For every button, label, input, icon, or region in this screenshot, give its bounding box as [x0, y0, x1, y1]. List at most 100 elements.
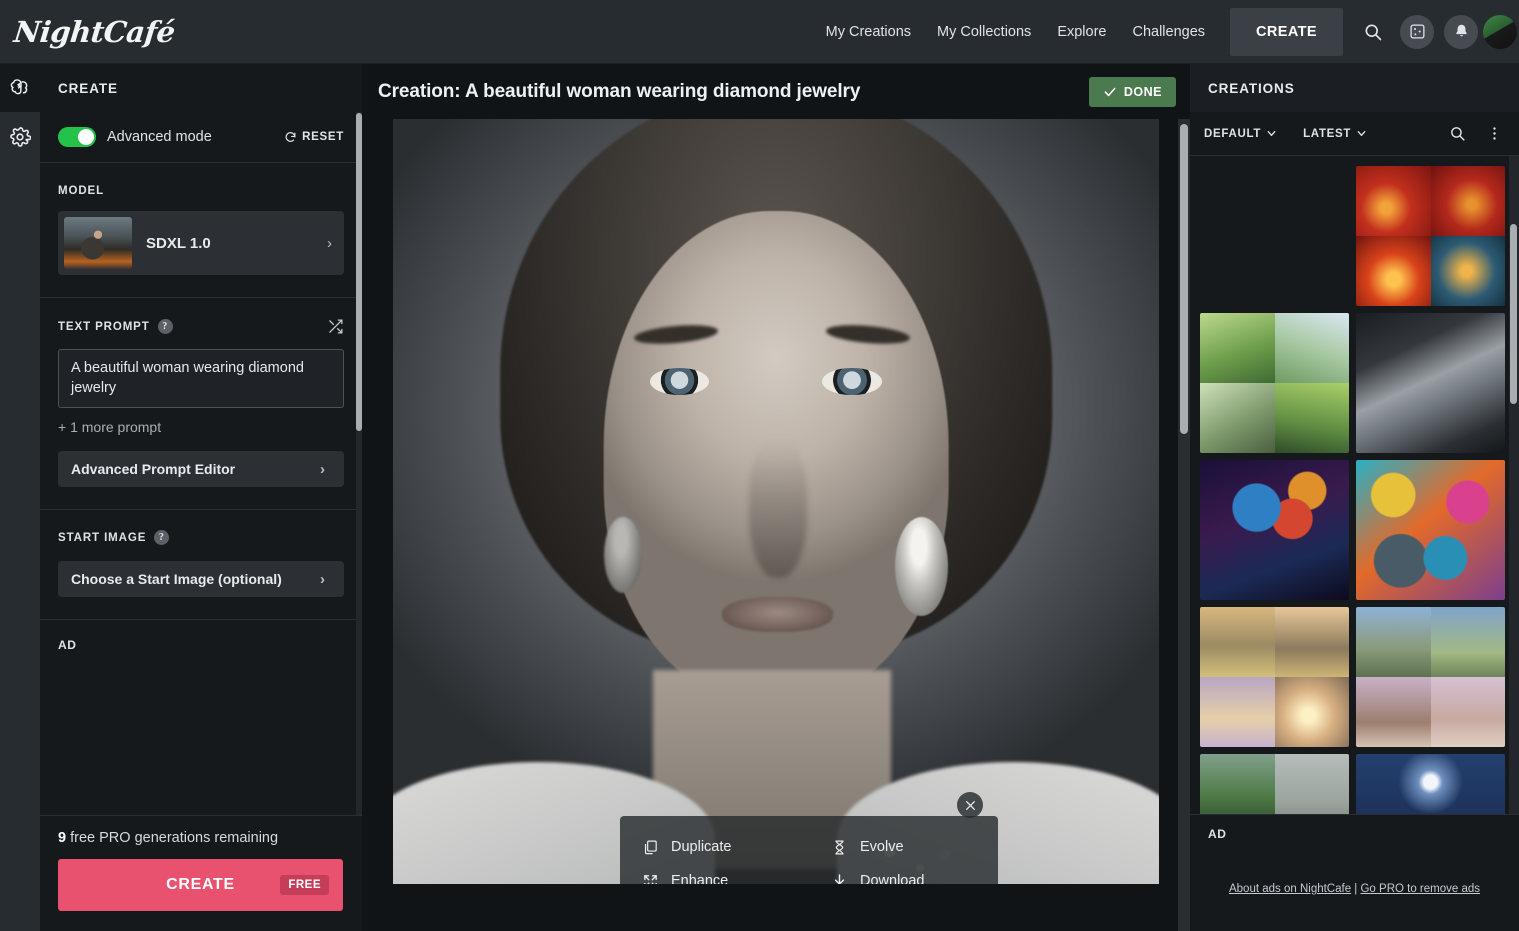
create-footer: 9 free PRO generations remaining CREATE … [40, 815, 362, 931]
duplicate-icon [644, 840, 657, 854]
creation-thumbnail-portrait-woman-bw[interactable] [1200, 166, 1349, 306]
shuffle-icon[interactable] [327, 318, 344, 335]
search-icon[interactable] [1356, 15, 1390, 49]
free-generations-text: 9 free PRO generations remaining [58, 830, 344, 846]
rail-item-create[interactable] [0, 64, 40, 112]
left-ad-slot: AD [40, 620, 362, 652]
advanced-mode-label: Advanced mode [107, 129, 212, 145]
model-selector[interactable]: SDXL 1.0 › [58, 211, 344, 275]
creation-thumbnail-green-trees-sky[interactable] [1200, 754, 1349, 816]
nav-challenges[interactable]: Challenges [1119, 24, 1218, 40]
advanced-prompt-editor-button[interactable]: Advanced Prompt Editor › [58, 451, 344, 488]
main-creation-area: Creation: A beautiful woman wearing diam… [362, 64, 1190, 931]
go-pro-link[interactable]: Go PRO to remove ads [1360, 883, 1480, 895]
creation-thumbnail-colorful-bearded-man[interactable] [1200, 460, 1349, 600]
creation-thumbnail-night-moon-scene[interactable] [1356, 754, 1505, 816]
choose-start-image-button[interactable]: Choose a Start Image (optional) › [58, 561, 344, 598]
ad-links: About ads on NightCafe | Go PRO to remov… [1190, 883, 1519, 895]
creations-search-icon[interactable] [1449, 125, 1466, 142]
start-image-section: START IMAGE ? Choose a Start Image (opti… [40, 510, 362, 621]
bell-icon[interactable] [1444, 14, 1478, 49]
creations-panel: CREATIONS DEFAULT LATEST AD About ads on… [1190, 64, 1519, 931]
menu-item-enhance[interactable]: Enhance [620, 864, 809, 884]
close-icon [965, 800, 975, 810]
start-image-heading: START IMAGE [58, 531, 147, 544]
creations-more-icon[interactable] [1486, 125, 1503, 142]
advanced-mode-toggle[interactable] [58, 127, 96, 147]
advanced-mode-row: Advanced mode RESET [40, 112, 362, 163]
model-name: SDXL 1.0 [146, 234, 211, 252]
nav-my-creations[interactable]: My Creations [813, 24, 924, 40]
evolve-icon [835, 840, 844, 854]
panel-title-create: CREATE [58, 80, 118, 96]
creations-grid [1190, 156, 1519, 816]
chevron-down-icon [1357, 130, 1366, 137]
creation-thumbnail-graffiti-hoodie-laptop[interactable] [1356, 460, 1505, 600]
page-title: Creation: A beautiful woman wearing diam… [378, 80, 861, 102]
nav-my-collections[interactable]: My Collections [924, 24, 1044, 40]
top-create-button[interactable]: CREATE [1230, 7, 1343, 56]
menu-item-download[interactable]: Download [809, 864, 998, 884]
start-image-header: START IMAGE ? [58, 530, 344, 546]
left-icon-rail [0, 64, 40, 931]
create-panel-scroll-area: Advanced mode RESET MODEL SDXL 1.0 › TEX… [40, 112, 362, 815]
chevron-right-icon: › [320, 460, 325, 478]
filter-default-dropdown[interactable]: DEFAULT [1204, 128, 1277, 140]
creation-image[interactable]: Duplicate Evolve Enhance Download [393, 119, 1159, 884]
right-ad-slot: AD About ads on NightCafe | Go PRO to re… [1190, 814, 1519, 931]
done-button[interactable]: DONE [1088, 76, 1176, 107]
right-ad-label: AD [1208, 827, 1227, 841]
model-thumbnail [64, 217, 132, 269]
more-prompt-link[interactable]: + 1 more prompt [58, 419, 344, 435]
ad-label: AD [58, 638, 77, 653]
free-badge: FREE [280, 875, 329, 895]
rail-item-settings[interactable] [0, 112, 40, 931]
about-ads-link[interactable]: About ads on NightCafe [1229, 883, 1351, 895]
creation-thumbnail-forest-cats-scenes[interactable] [1200, 313, 1349, 453]
create-button-label: CREATE [166, 876, 235, 893]
download-icon [834, 873, 845, 884]
help-icon[interactable]: ? [157, 319, 173, 334]
help-icon[interactable]: ? [154, 530, 170, 546]
free-generations-count: 9 [58, 830, 67, 846]
right-panel-scrollbar-thumb[interactable] [1510, 224, 1517, 404]
text-prompt-input[interactable]: A beautiful woman wearing diamond jewelr… [58, 349, 344, 409]
portrait-artwork [393, 119, 1159, 884]
text-prompt-header: TEXT PROMPT ? [58, 318, 344, 335]
enhance-icon [644, 874, 657, 884]
create-button[interactable]: CREATE FREE [58, 859, 343, 911]
reset-button[interactable]: RESET [284, 131, 344, 144]
model-heading: MODEL [58, 185, 105, 197]
user-avatar[interactable] [1483, 14, 1517, 49]
create-settings-panel: CREATE Advanced mode RESET MODEL SDXL 1.… [40, 64, 362, 931]
top-navigation-bar: NightCafé My Creations My Collections Ex… [0, 0, 1519, 64]
creation-header: Creation: A beautiful woman wearing diam… [362, 64, 1190, 119]
reset-label: RESET [302, 131, 344, 143]
model-section: MODEL SDXL 1.0 › [40, 163, 362, 298]
refresh-icon [285, 131, 296, 142]
menu-item-duplicate[interactable]: Duplicate [620, 830, 809, 864]
check-icon [1104, 87, 1116, 96]
image-context-menu: Duplicate Evolve Enhance Download [620, 816, 998, 884]
creations-toolbar: DEFAULT LATEST [1190, 112, 1519, 156]
creations-panel-title: CREATIONS [1190, 64, 1519, 112]
dice-icon[interactable] [1400, 14, 1434, 49]
advanced-prompt-editor-label: Advanced Prompt Editor [71, 461, 236, 478]
creation-thumbnail-laptop-hands-typing[interactable] [1356, 313, 1505, 453]
chevron-down-icon [1267, 130, 1276, 137]
free-generations-label: free PRO generations remaining [66, 830, 279, 846]
chevron-right-icon: › [320, 570, 325, 588]
main-scrollbar-thumb[interactable] [1180, 124, 1188, 434]
nav-explore[interactable]: Explore [1044, 24, 1119, 40]
text-prompt-heading: TEXT PROMPT [58, 320, 150, 333]
sort-latest-dropdown[interactable]: LATEST [1303, 128, 1367, 140]
done-label: DONE [1123, 84, 1162, 99]
choose-start-image-label: Choose a Start Image (optional) [71, 571, 282, 588]
creation-thumbnail-castle-sunset-landscapes[interactable] [1200, 607, 1349, 747]
nightcafe-logo[interactable]: NightCafé [12, 15, 176, 49]
text-prompt-section: TEXT PROMPT ? A beautiful woman wearing … [40, 298, 362, 511]
creation-thumbnail-red-forge-interiors[interactable] [1356, 166, 1505, 306]
close-menu-button[interactable] [957, 792, 983, 818]
creation-thumbnail-countryside-church-pastels[interactable] [1356, 607, 1505, 747]
menu-item-evolve[interactable]: Evolve [809, 830, 998, 864]
